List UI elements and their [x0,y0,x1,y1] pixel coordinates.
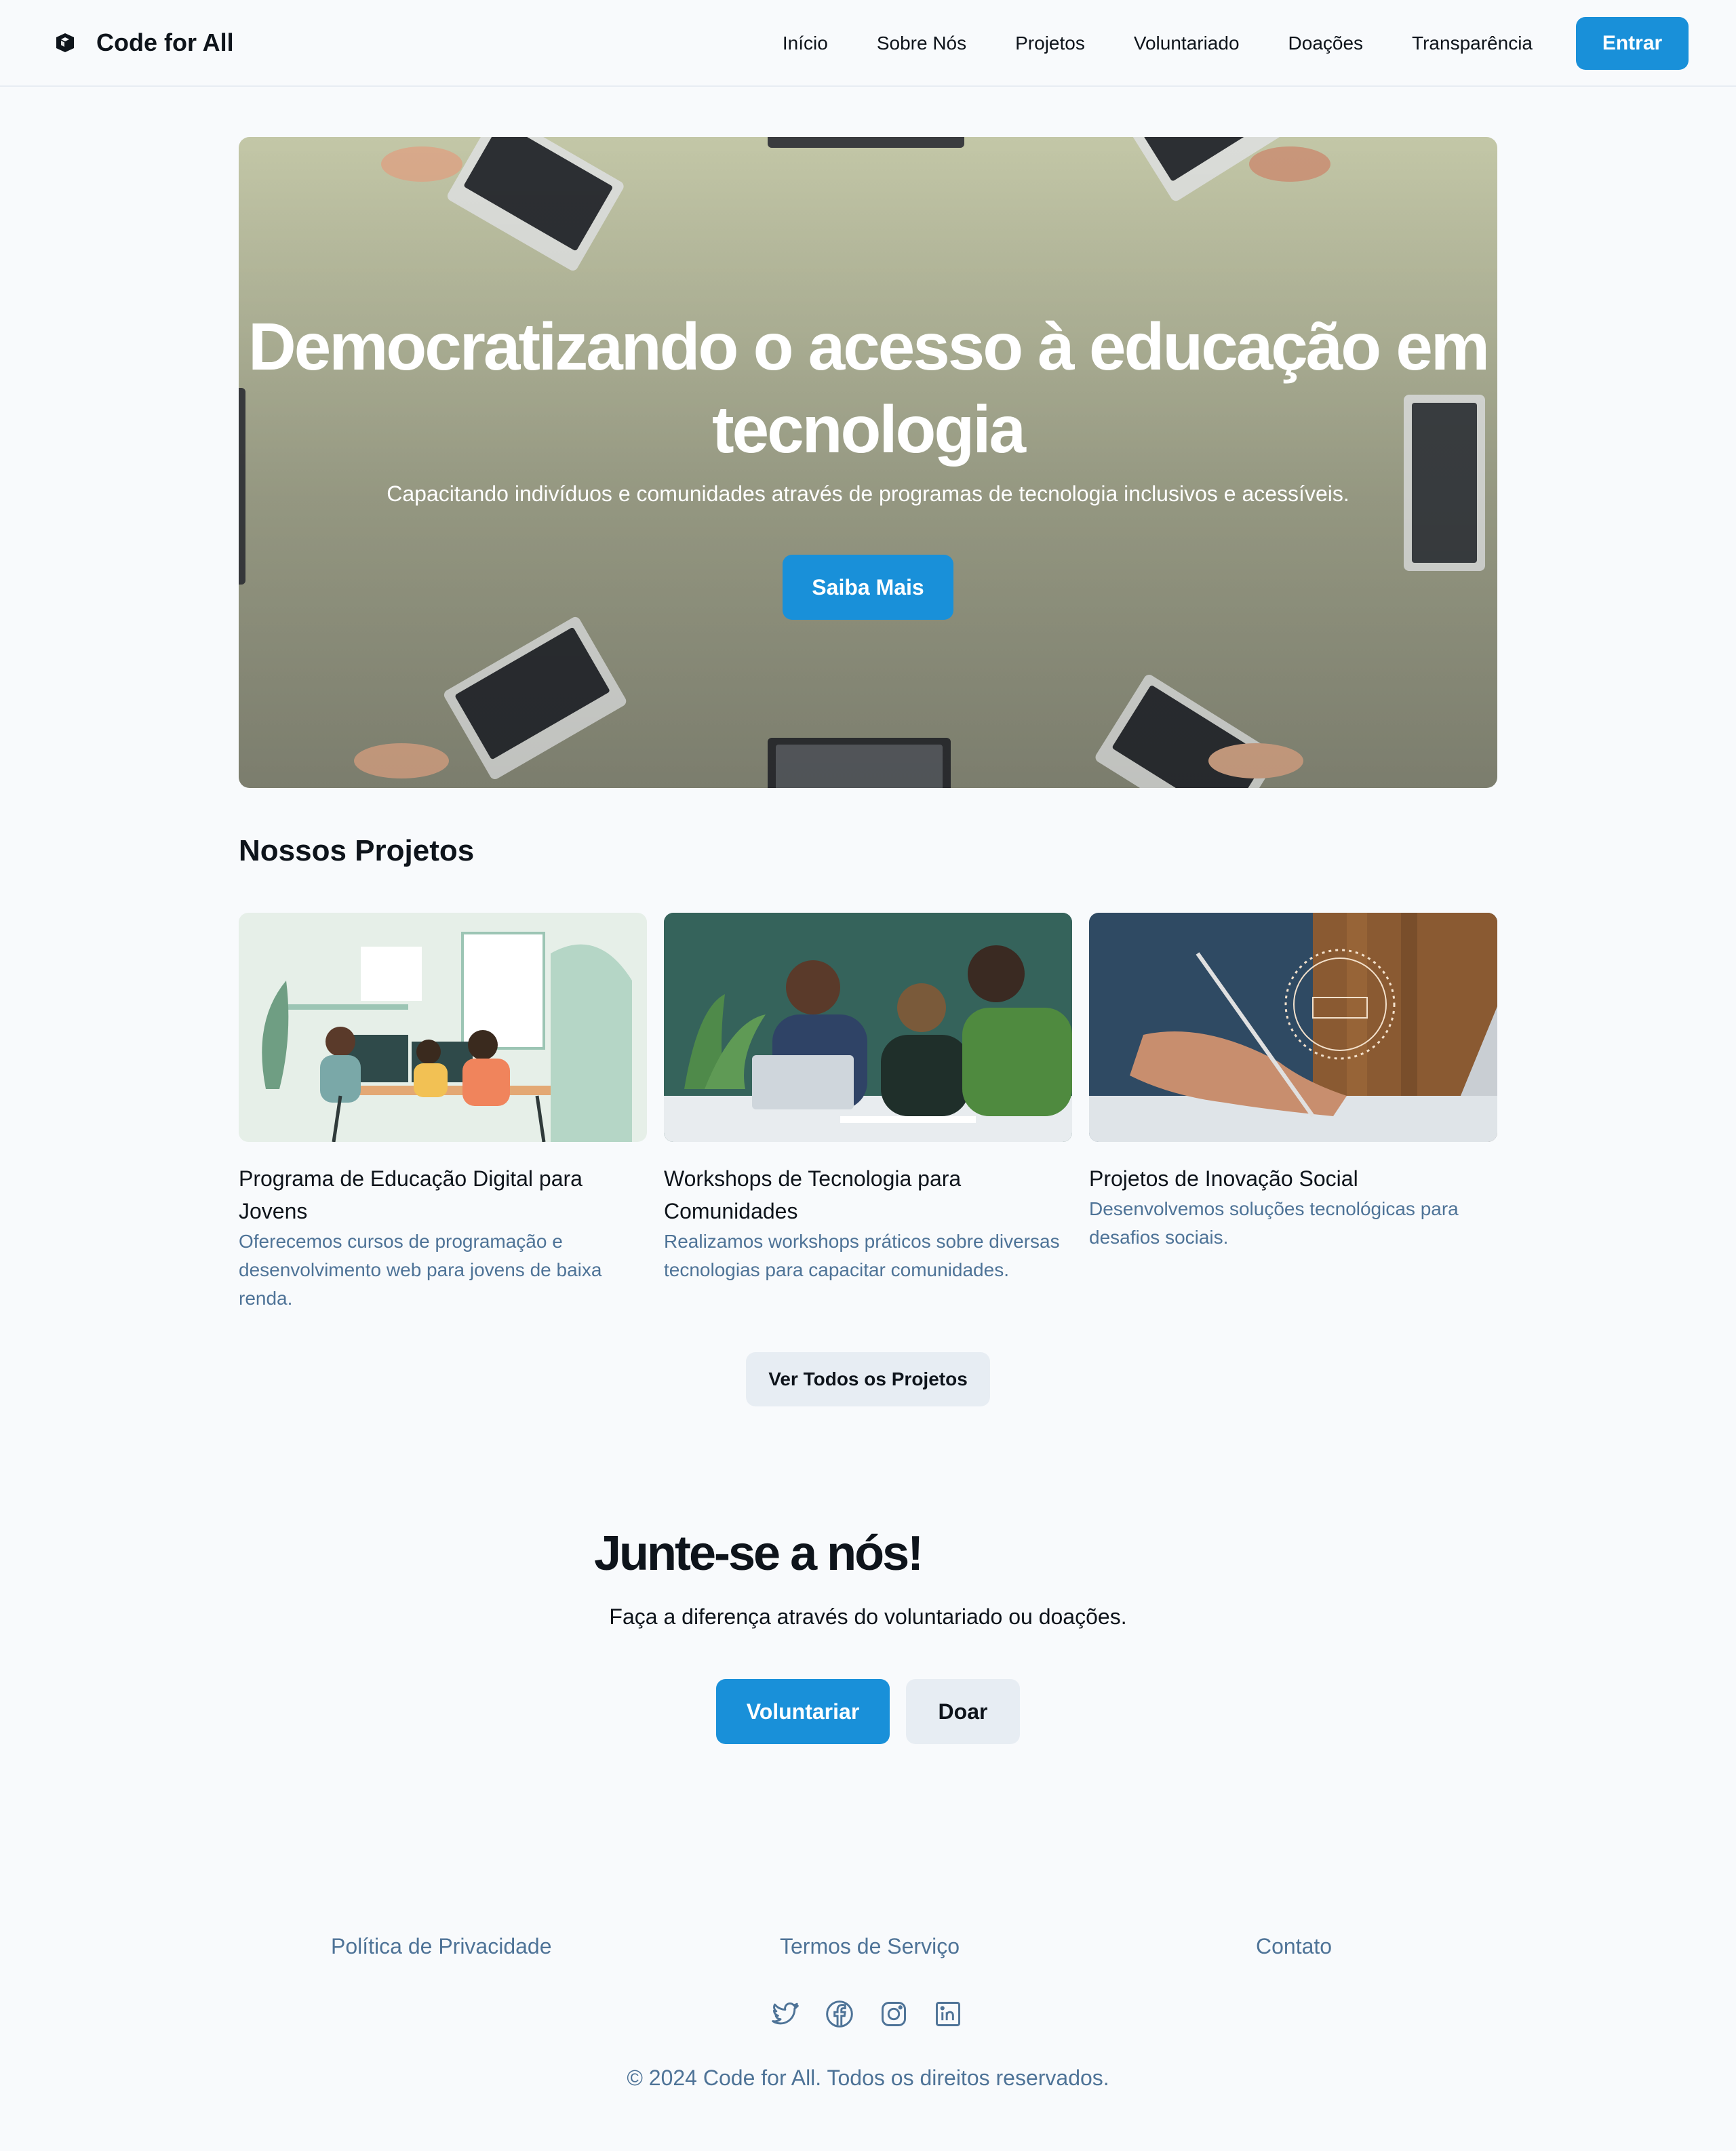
footer-link-terms[interactable]: Termos de Serviço [780,1934,960,1959]
project-card[interactable]: Projetos de Inovação Social Desenvolvemo… [1089,913,1497,1252]
project-card[interactable]: Programa de Educação Digital para Jovens… [239,913,647,1313]
learn-more-button[interactable]: Saiba Mais [783,555,953,620]
facebook-icon[interactable] [825,1999,854,2029]
linkedin-icon[interactable] [933,1999,963,2029]
instagram-icon[interactable] [879,1999,909,2029]
hero-title: Democratizando o acesso à educação em te… [248,309,1490,467]
brand[interactable]: Code for All [54,28,234,57]
project-description: Oferecemos cursos de programação e desen… [239,1231,602,1309]
cta-subtitle: Faça a diferença através do voluntariado… [609,1604,1127,1629]
social-links [770,1999,963,2029]
view-all-projects-button[interactable]: Ver Todos os Projetos [746,1352,990,1406]
hero-subtitle: Capacitando indivíduos e comunidades atr… [387,481,1349,506]
project-image-innovation [1089,913,1497,1142]
project-title: Programa de Educação Digital para Jovens [239,1166,583,1223]
volunteer-button[interactable]: Voluntariar [716,1679,890,1744]
project-title: Workshops de Tecnologia para Comunidades [664,1166,962,1223]
nav-link-projetos[interactable]: Projetos [1015,33,1085,54]
copyright-text: © 2024 Code for All. Todos os direitos r… [627,2066,1109,2090]
footer-link-contact[interactable]: Contato [1256,1934,1332,1959]
logo-cube-icon [56,33,74,52]
project-image-workshops [664,913,1072,1142]
project-title: Projetos de Inovação Social [1089,1166,1358,1191]
nav-link-sobre-nos[interactable]: Sobre Nós [877,33,966,54]
project-description: Realizamos workshops práticos sobre dive… [664,1231,1060,1280]
donate-button[interactable]: Doar [906,1679,1020,1744]
projects-heading: Nossos Projetos [239,834,475,867]
nav-link-doacoes[interactable]: Doações [1288,33,1364,54]
twitter-icon[interactable] [770,1999,800,2029]
hero-banner: Democratizando o acesso à educação em te… [239,137,1497,788]
nav-link-inicio[interactable]: Início [783,33,828,54]
footer-link-privacy[interactable]: Política de Privacidade [331,1934,552,1959]
project-description: Desenvolvemos soluções tecnológicas para… [1089,1198,1459,1248]
brand-name: Code for All [96,28,234,56]
nav-link-transparencia[interactable]: Transparência [1412,33,1533,54]
cta-title: Junte-se a nós! [594,1526,924,1581]
project-card[interactable]: Workshops de Tecnologia para Comunidades… [664,913,1072,1284]
main-nav: Início Sobre Nós Projetos Voluntariado D… [758,0,1689,87]
project-image-education [239,913,647,1142]
nav-link-voluntariado[interactable]: Voluntariado [1134,33,1240,54]
login-button[interactable]: Entrar [1576,17,1689,70]
site-header: Code for All Início Sobre Nós Projetos V… [0,0,1736,87]
